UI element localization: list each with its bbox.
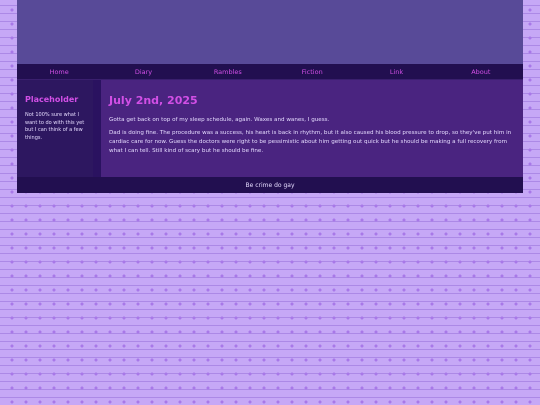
sidebar: Placeholder Not 100% sure what I want to… [17, 80, 93, 177]
page-container: Home Diary Rambles Fiction Link About Pl… [17, 0, 523, 193]
sidebar-title: Placeholder [25, 95, 79, 104]
nav-link-about[interactable]: About [439, 68, 523, 76]
nav-link-home[interactable]: Home [17, 68, 101, 76]
nav-link-rambles[interactable]: Rambles [186, 68, 270, 76]
post-title: July 2nd, 2025 [109, 94, 198, 107]
post-paragraph: Gotta get back on top of my sleep schedu… [109, 117, 330, 123]
footer: Be crime do gay [17, 177, 523, 193]
nav-link-link[interactable]: Link [354, 68, 438, 76]
nav-link-fiction[interactable]: Fiction [270, 68, 354, 76]
nav-link-diary[interactable]: Diary [101, 68, 185, 76]
main-content: July 2nd, 2025 Gotta get back on top of … [93, 80, 523, 177]
sidebar-text: Not 100% sure what I want to do with thi… [25, 112, 85, 141]
main-nav: Home Diary Rambles Fiction Link About [17, 64, 523, 80]
footer-text: Be crime do gay [245, 181, 295, 189]
header-banner [17, 0, 523, 64]
content-row: Placeholder Not 100% sure what I want to… [17, 80, 523, 177]
post-paragraph: Dad is doing fine. The procedure was a s… [109, 130, 512, 154]
